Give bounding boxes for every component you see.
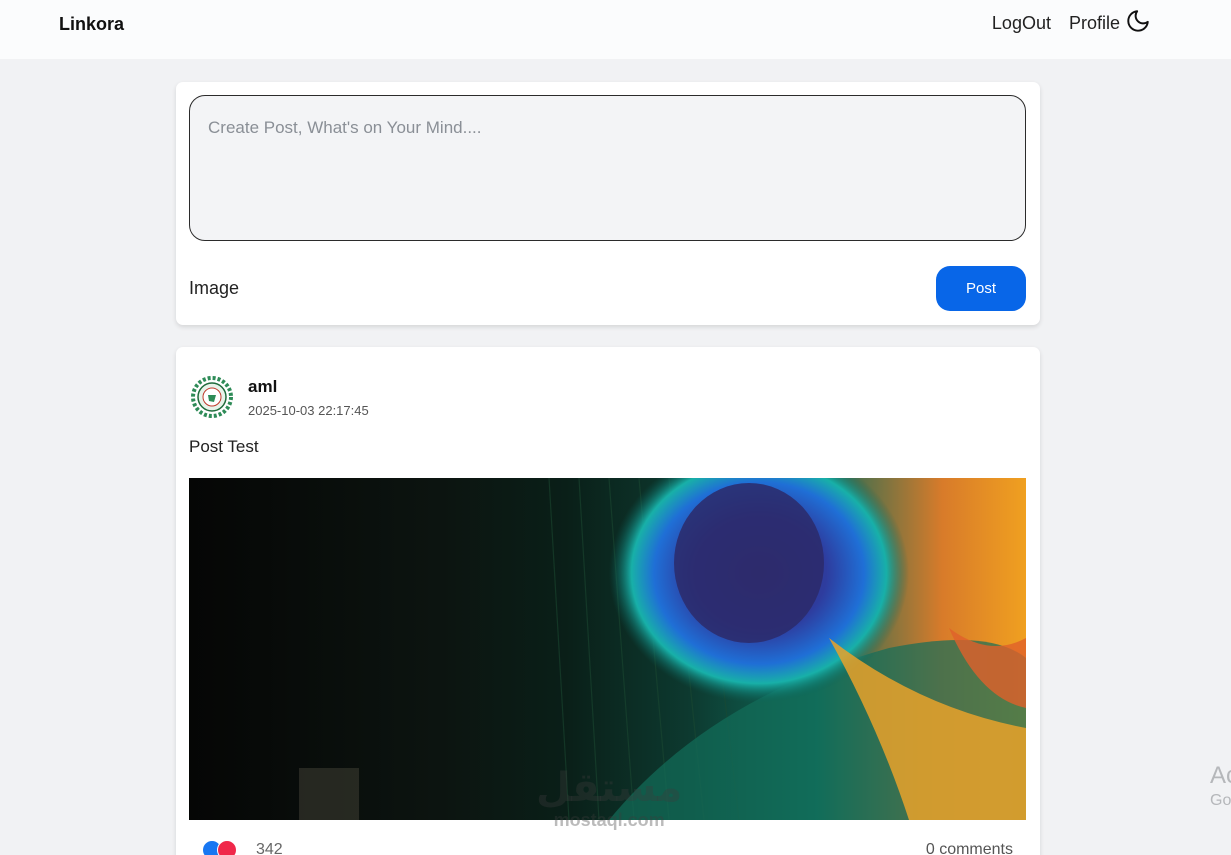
top-navbar: Linkora LogOut Profile [0,0,1231,59]
reactions-summary[interactable]: 342 [202,840,283,855]
post-image[interactable] [189,478,1026,820]
profile-link[interactable]: Profile [1069,13,1120,34]
overlay-line1: Ac [1210,762,1231,789]
create-post-card: Image Post [176,82,1040,325]
create-post-input[interactable] [189,95,1026,241]
post-author[interactable]: aml [248,377,277,397]
image-upload-button[interactable]: Image [189,278,239,299]
avatar[interactable] [190,375,234,419]
brand-logo[interactable]: Linkora [59,14,124,35]
post-timestamp: 2025-10-03 22:17:45 [248,403,369,418]
overlay-line2: Go [1210,792,1231,809]
reaction-count: 342 [256,841,283,855]
system-overlay: Ac Go [1210,762,1231,810]
post-button[interactable]: Post [936,266,1026,311]
heart-icon [217,840,237,855]
moon-icon[interactable] [1125,8,1151,34]
comments-link[interactable]: 0 comments [926,841,1013,855]
logout-link[interactable]: LogOut [992,13,1051,34]
post-text: Post Test [189,437,259,456]
post-card: aml 2025-10-03 22:17:45 Post Test 342 0 … [176,347,1040,855]
